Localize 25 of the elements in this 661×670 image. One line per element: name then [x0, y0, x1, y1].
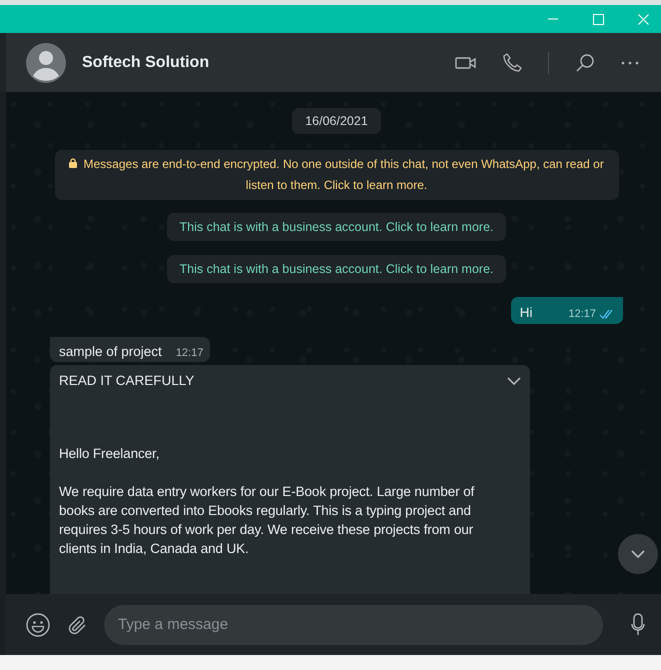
- avatar-icon[interactable]: [26, 42, 66, 82]
- business-notice[interactable]: This chat is with a business account. Click to learn more.: [167, 213, 506, 241]
- contact-name: Softech Solution: [82, 54, 210, 72]
- message-text: Hi: [520, 305, 532, 320]
- search-icon[interactable]: [575, 52, 595, 72]
- more-icon[interactable]: [621, 60, 639, 64]
- chevron-down-icon: [631, 550, 645, 558]
- message-paragraph: We require data entry workers for our E-Book project. Large number of books are converted into Ebooks regularly. This is a typing project and requires 3-5 hours of work per day. We receive these projects from our clients in India, Canada and UK.: [59, 483, 476, 558]
- message-text: sample of project: [59, 344, 162, 359]
- business-notice[interactable]: This chat is with a business account. Click to learn more.: [167, 255, 506, 283]
- message-time: 12:17: [568, 308, 596, 320]
- lock-icon: [69, 158, 78, 168]
- message-title: READ IT CAREFULLY: [59, 373, 194, 388]
- microphone-icon[interactable]: [631, 612, 645, 636]
- chevron-down-icon[interactable]: [507, 376, 521, 384]
- encryption-notice[interactable]: Messages are end-to-end encrypted. No one outside of this chat, not even WhatsApp, can read or listen to them. Click to learn more.: [54, 150, 618, 200]
- phone-icon[interactable]: [503, 53, 522, 72]
- message-input[interactable]: Type a message: [104, 604, 603, 644]
- video-call-icon[interactable]: [455, 56, 477, 70]
- message-paragraph: Hello Freelancer,: [59, 445, 160, 463]
- emoji-icon[interactable]: [26, 612, 50, 636]
- date-chip: 16/06/2021: [292, 108, 381, 134]
- message-time: 12:17: [176, 347, 204, 359]
- paperclip-icon[interactable]: [66, 614, 88, 636]
- notice-text: Messages are end-to-end encrypted. No one outside of this chat, not even WhatsApp, can read or listen to them. Click to learn more.: [84, 157, 604, 192]
